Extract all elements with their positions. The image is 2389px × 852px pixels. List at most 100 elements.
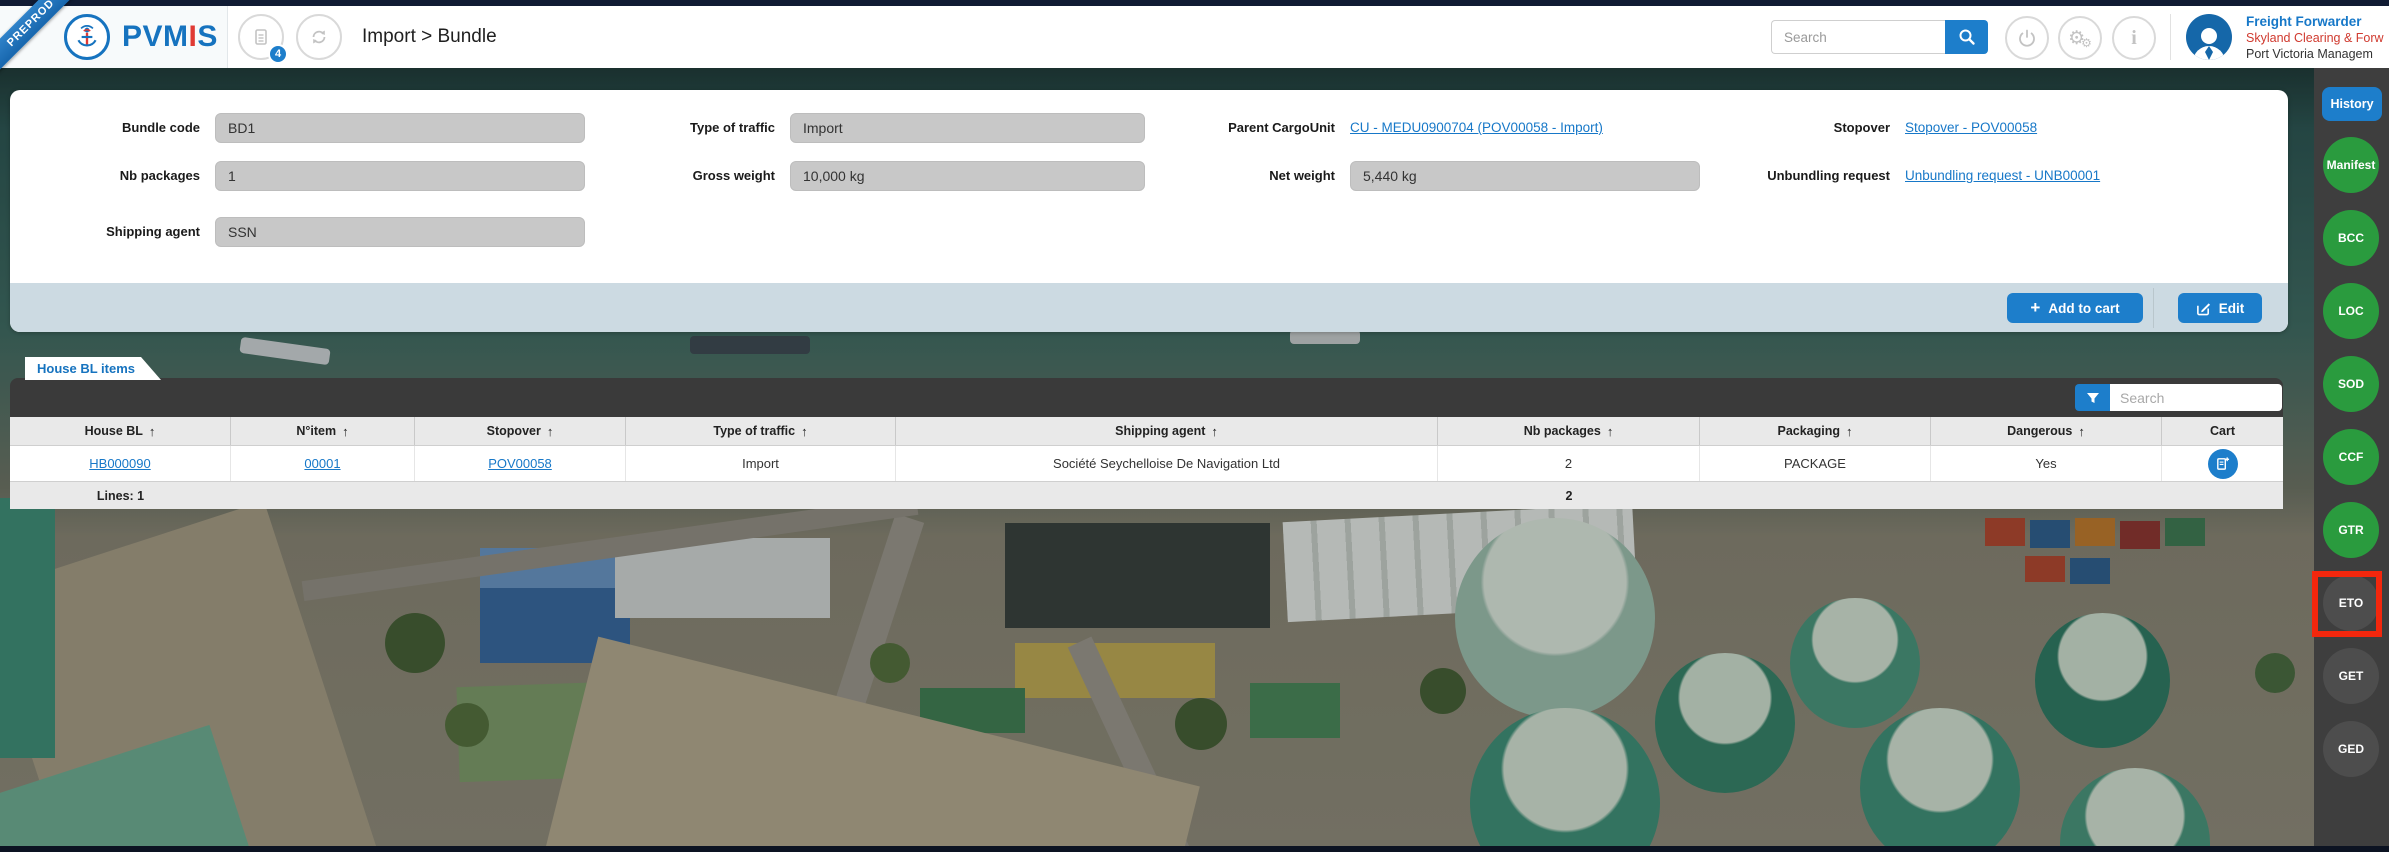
filter-button[interactable] [2075, 384, 2110, 411]
footer-spacer [626, 482, 896, 509]
table-toolbar [10, 378, 2283, 417]
gear-small-icon: ⚙ [2081, 37, 2092, 49]
search-icon [1958, 28, 1976, 46]
footer-spacer [231, 482, 415, 509]
field-label: Type of traffic [565, 113, 775, 143]
wordmark-s: S [197, 20, 218, 53]
column-header-house-bl[interactable]: House BL↑ [10, 417, 231, 445]
sort-asc-icon: ↑ [1211, 424, 1218, 439]
nb-packages-total: 2 [1438, 482, 1700, 509]
footer-spacer [896, 482, 1438, 509]
column-label: Stopover [487, 424, 541, 438]
power-icon [2017, 28, 2037, 48]
column-header-n-item[interactable]: N°item ↑ [231, 417, 415, 445]
right-sidebar: History Manifest BCC LOC SOD CCF GTR ETO… [2314, 68, 2389, 846]
sidebar-item-ccf[interactable]: CCF [2323, 429, 2379, 485]
sort-asc-icon: ↑ [2078, 424, 2085, 439]
house-bl-link[interactable]: HB000090 [89, 456, 150, 471]
page-title: Import > Bundle [362, 6, 497, 68]
tab-house-bl-items[interactable]: House BL items [25, 357, 161, 380]
unbundling-request-link[interactable]: Unbundling request - UNB00001 [1905, 161, 2100, 191]
settings-button[interactable]: ⚙⚙ [2058, 16, 2102, 60]
cell-n-item: 00001 [231, 446, 415, 481]
info-button[interactable]: i [2112, 16, 2156, 60]
sort-asc-icon: ↑ [1846, 424, 1853, 439]
sort-asc-icon: ↑ [342, 424, 349, 439]
sidebar-item-gtr[interactable]: GTR [2323, 502, 2379, 558]
logout-button[interactable] [2005, 16, 2049, 60]
n-item-link[interactable]: 00001 [304, 456, 340, 471]
column-label: N°item [296, 424, 336, 438]
sort-asc-icon: ↑ [149, 424, 156, 439]
documents-button[interactable]: 4 [238, 14, 284, 60]
refresh-button[interactable] [296, 14, 342, 60]
user-avatar[interactable] [2186, 14, 2232, 60]
column-header-stopover[interactable]: Stopover↑ [415, 417, 626, 445]
cell-packaging: PACKAGE [1700, 446, 1931, 481]
table-search-input[interactable] [2110, 384, 2282, 411]
column-label: Type of traffic [713, 424, 795, 438]
refresh-icon [309, 27, 329, 47]
sidebar-item-bcc[interactable]: BCC [2323, 210, 2379, 266]
shipping-agent-field[interactable] [215, 217, 585, 247]
global-search-input[interactable] [1771, 20, 1945, 54]
field-label: Parent CargoUnit [1120, 113, 1335, 143]
footer-spacer [1700, 482, 1931, 509]
nb-packages-field[interactable] [215, 161, 585, 191]
column-label: Shipping agent [1115, 424, 1205, 438]
cell-house-bl: HB000090 [10, 446, 231, 481]
stopover-link[interactable]: Stopover - POV00058 [1905, 113, 2037, 143]
sidebar-item-get[interactable]: GET [2323, 648, 2379, 704]
card-action-bar: + Add to cart Edit [10, 283, 2288, 332]
field-label: Nb packages [30, 161, 200, 191]
global-search-button[interactable] [1945, 20, 1988, 54]
user-role: Freight Forwarder [2246, 13, 2389, 30]
edit-button[interactable]: Edit [2178, 293, 2262, 323]
cell-cart [2162, 446, 2283, 481]
anchor-icon [72, 22, 102, 52]
pvmis-logo[interactable] [64, 14, 110, 60]
sidebar-item-loc[interactable]: LOC [2323, 283, 2379, 339]
table-header-row: House BL↑ N°item↑ Stopover↑ Type of traf… [10, 417, 2283, 446]
header-divider [2170, 14, 2171, 60]
cell-shipping-agent: Société Seychelloise De Navigation Ltd [896, 446, 1438, 481]
house-bl-table: House BL↑ N°item↑ Stopover↑ Type of traf… [10, 417, 2283, 509]
cart-add-icon [2215, 456, 2230, 471]
lines-count: Lines: 1 [10, 482, 231, 509]
document-icon [251, 27, 271, 47]
column-header-dangerous[interactable]: Dangerous↑ [1931, 417, 2162, 445]
footer-spacer [1931, 482, 2162, 509]
top-window-strip [0, 0, 2389, 6]
user-info[interactable]: Freight Forwarder Skyland Clearing & For… [2246, 13, 2389, 62]
field-label: Stopover [1645, 113, 1890, 143]
table-row: HB000090 00001 POV00058 Import Société S… [10, 446, 2283, 481]
global-search [1771, 20, 1988, 54]
column-header-packaging[interactable]: Packaging↑ [1700, 417, 1931, 445]
cell-nb-packages: 2 [1438, 446, 1700, 481]
edit-label: Edit [2219, 301, 2245, 316]
parent-cargounit-link[interactable]: CU - MEDU0900704 (POV00058 - Import) [1350, 113, 1603, 143]
info-icon: i [2131, 27, 2137, 50]
field-label: Shipping agent [30, 217, 200, 247]
add-row-to-cart-button[interactable] [2208, 449, 2238, 479]
bundle-detail-card: Bundle code Nb packages Shipping agent T… [10, 90, 2288, 332]
notification-badge: 4 [268, 44, 288, 64]
eto-highlight-annotation [2312, 571, 2382, 637]
bundle-code-field[interactable] [215, 113, 585, 143]
bottom-window-strip [0, 846, 2389, 852]
field-label: Gross weight [565, 161, 775, 191]
history-button[interactable]: History [2322, 87, 2382, 121]
gross-weight-field[interactable] [790, 161, 1145, 191]
plus-icon: + [2030, 298, 2040, 318]
column-header-shipping-agent[interactable]: Shipping agent ↑ [896, 417, 1438, 445]
wordmark-pvm: PVM [122, 20, 189, 53]
person-icon [2189, 24, 2229, 60]
sidebar-item-sod[interactable]: SOD [2323, 356, 2379, 412]
sidebar-item-manifest[interactable]: Manifest [2323, 137, 2379, 193]
sidebar-item-ged[interactable]: GED [2323, 721, 2379, 777]
stopover-cell-link[interactable]: POV00058 [488, 456, 552, 471]
column-header-nb-packages[interactable]: Nb packages↑ [1438, 417, 1700, 445]
column-header-type-of-traffic[interactable]: Type of traffic↑ [626, 417, 896, 445]
type-of-traffic-field[interactable] [790, 113, 1145, 143]
add-to-cart-button[interactable]: + Add to cart [2007, 293, 2143, 323]
